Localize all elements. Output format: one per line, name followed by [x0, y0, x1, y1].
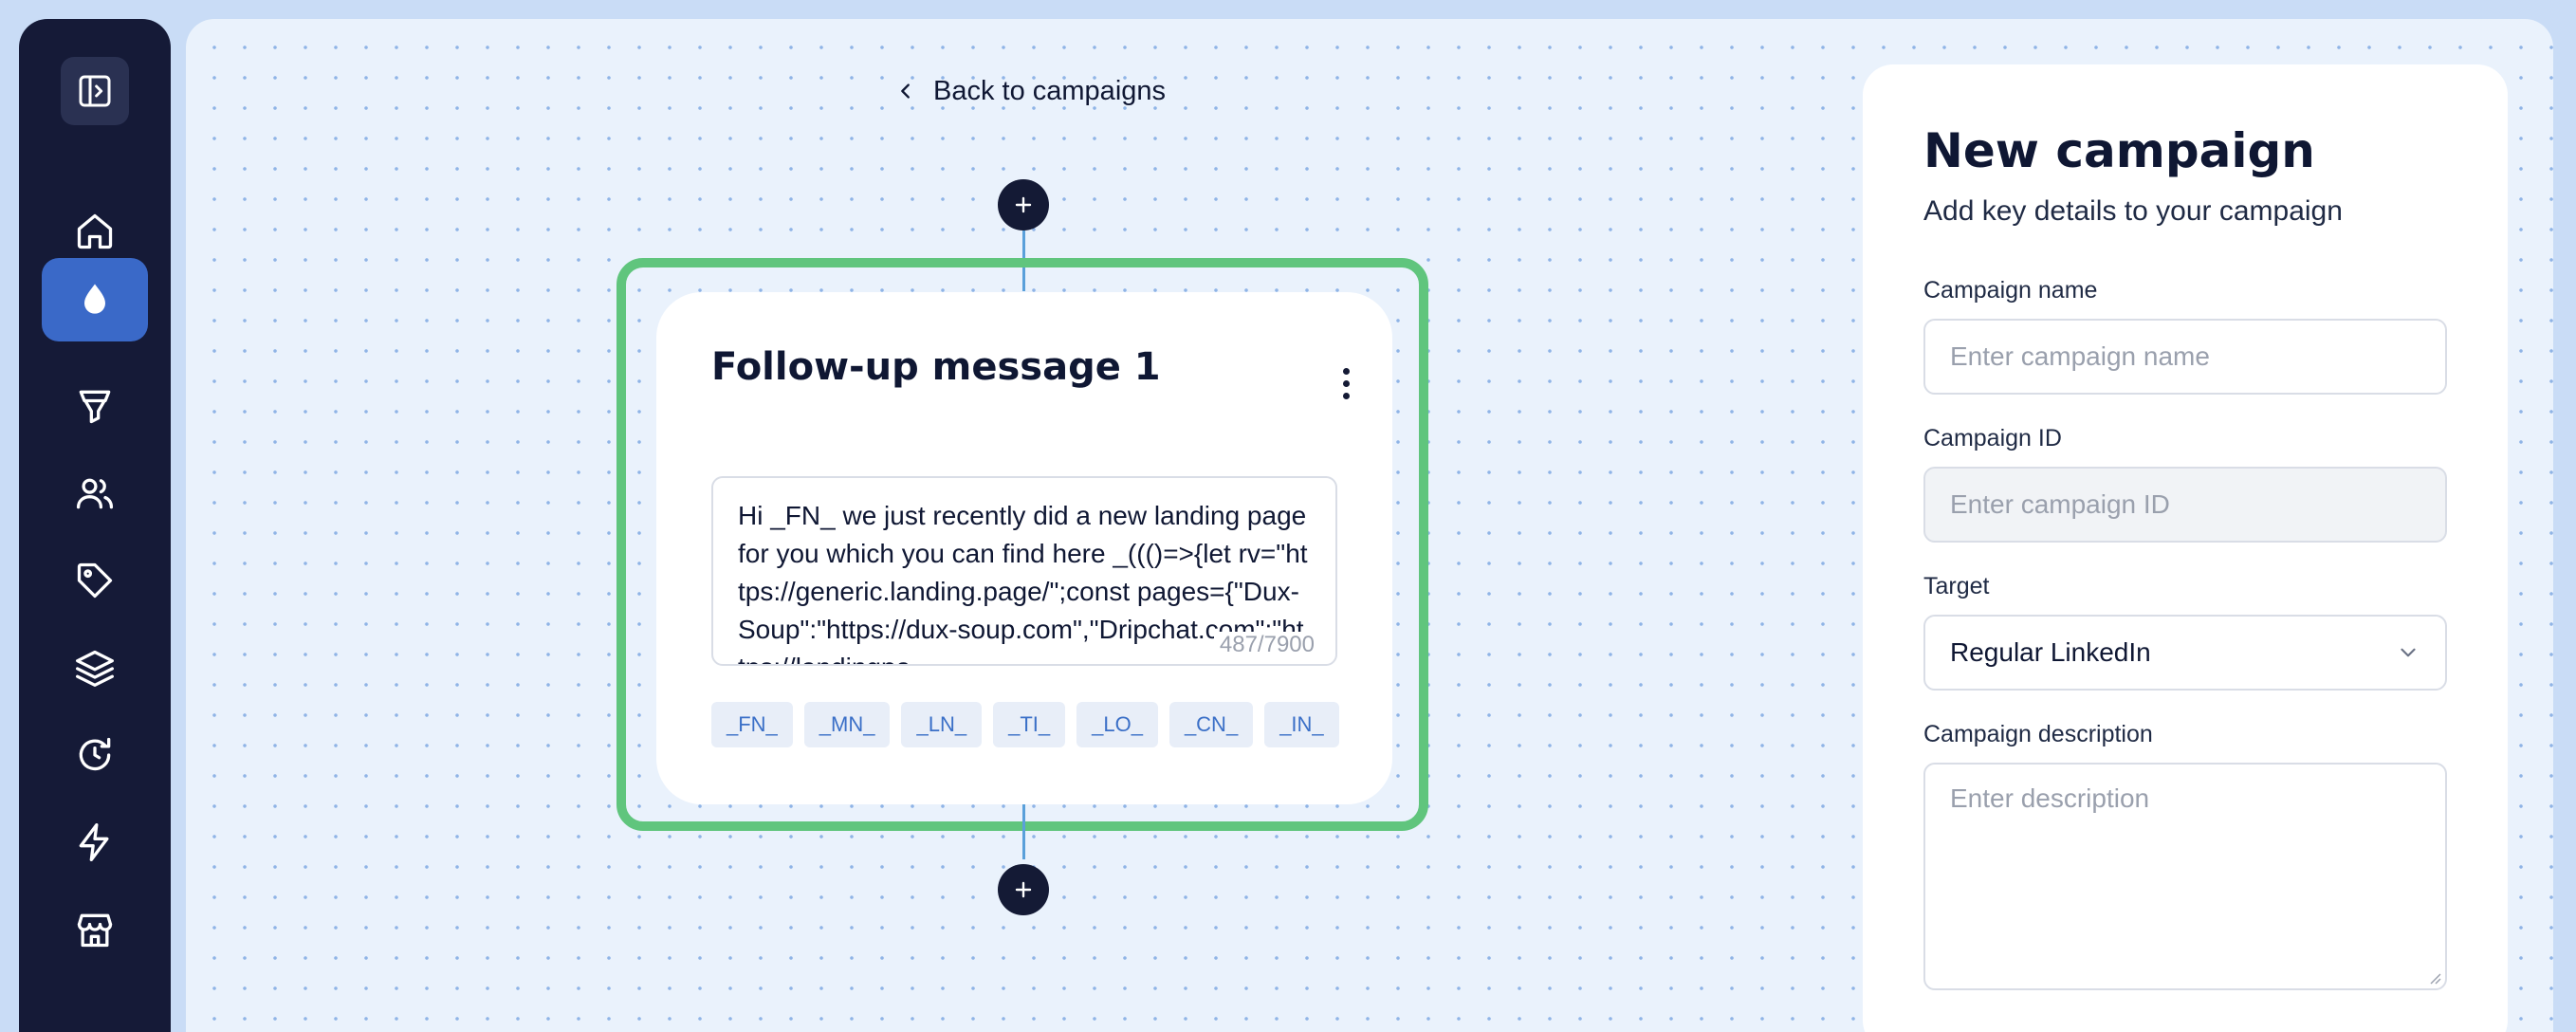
plus-icon [1015, 881, 1032, 898]
campaign-description-label: Campaign description [1923, 721, 2153, 747]
sidebar-item-automations[interactable] [42, 801, 148, 884]
users-icon [76, 478, 114, 509]
panel-subtitle: Add key details to your campaign [1923, 195, 2343, 227]
sidebar-item-contacts[interactable] [42, 452, 148, 535]
sidebar-item-history[interactable] [42, 713, 148, 797]
sidebar [19, 19, 171, 1032]
sidebar-toggle-icon [79, 75, 111, 107]
kebab-dot [1342, 392, 1350, 399]
token-lo[interactable]: _LO_ [1076, 702, 1158, 747]
character-count: 487/7900 [1213, 632, 1315, 658]
add-step-below-button[interactable] [998, 864, 1049, 915]
sidebar-item-funnel[interactable] [42, 364, 148, 448]
sidebar-toggle-button[interactable] [61, 57, 129, 125]
campaign-name-input[interactable]: Enter campaign name [1923, 319, 2447, 395]
layers-icon [76, 650, 114, 687]
back-to-campaigns-link[interactable]: Back to campaigns [895, 68, 1166, 114]
connector-line-bottom [1022, 804, 1025, 859]
lightning-icon [79, 823, 109, 861]
add-step-above-button[interactable] [998, 179, 1049, 230]
sidebar-item-tags[interactable] [42, 539, 148, 622]
home-icon [77, 213, 113, 249]
resize-handle-icon[interactable] [2426, 969, 2441, 985]
chevron-down-icon [2401, 648, 2416, 657]
placeholder-tokens: _FN_ _MN_ _LN_ _TI_ _LO_ _CN_ _IN_ [711, 702, 1339, 747]
chevron-left-icon [901, 83, 910, 99]
back-link-label: Back to campaigns [933, 75, 1167, 106]
refresh-icon [79, 737, 111, 771]
sidebar-item-store[interactable] [42, 888, 148, 971]
token-mn[interactable]: _MN_ [803, 702, 891, 747]
card-title: Follow-up message 1 [711, 345, 1161, 389]
token-ti[interactable]: _TI_ [993, 702, 1066, 747]
campaign-id-label: Campaign ID [1923, 425, 2062, 452]
campaign-name-placeholder: Enter campaign name [1950, 341, 2210, 371]
sidebar-item-campaigns[interactable] [42, 258, 148, 341]
campaign-description-placeholder: Enter description [1950, 783, 2150, 813]
token-fn[interactable]: _FN_ [711, 702, 793, 747]
tag-icon [77, 562, 113, 599]
store-icon [77, 913, 113, 948]
funnel-icon [79, 390, 111, 424]
panel-title: New campaign [1923, 123, 2315, 178]
sidebar-item-layers[interactable] [42, 626, 148, 710]
kebab-dot [1342, 367, 1350, 375]
message-textarea[interactable]: Hi _FN_ we just recently did a new landi… [711, 476, 1337, 666]
target-label: Target [1923, 573, 1990, 599]
campaign-description-textarea[interactable]: Enter description [1923, 763, 2447, 990]
token-cn[interactable]: _CN_ [1168, 702, 1254, 747]
more-options-button[interactable] [1332, 360, 1360, 406]
target-select[interactable]: Regular LinkedIn [1923, 615, 2447, 691]
kebab-dot [1342, 379, 1350, 387]
token-in[interactable]: _IN_ [1264, 702, 1339, 747]
token-ln[interactable]: _LN_ [901, 702, 983, 747]
target-value: Regular LinkedIn [1950, 637, 2151, 667]
campaign-id-placeholder: Enter campaign ID [1950, 489, 2170, 519]
campaign-name-label: Campaign name [1923, 277, 2098, 304]
campaign-id-input[interactable]: Enter campaign ID [1923, 467, 2447, 543]
follow-up-message-card[interactable]: Follow-up message 1 Hi _FN_ we just rece… [656, 292, 1392, 804]
new-campaign-panel: New campaign Add key details to your cam… [1863, 64, 2508, 1032]
drop-icon [84, 284, 105, 314]
plus-icon [1015, 196, 1032, 213]
